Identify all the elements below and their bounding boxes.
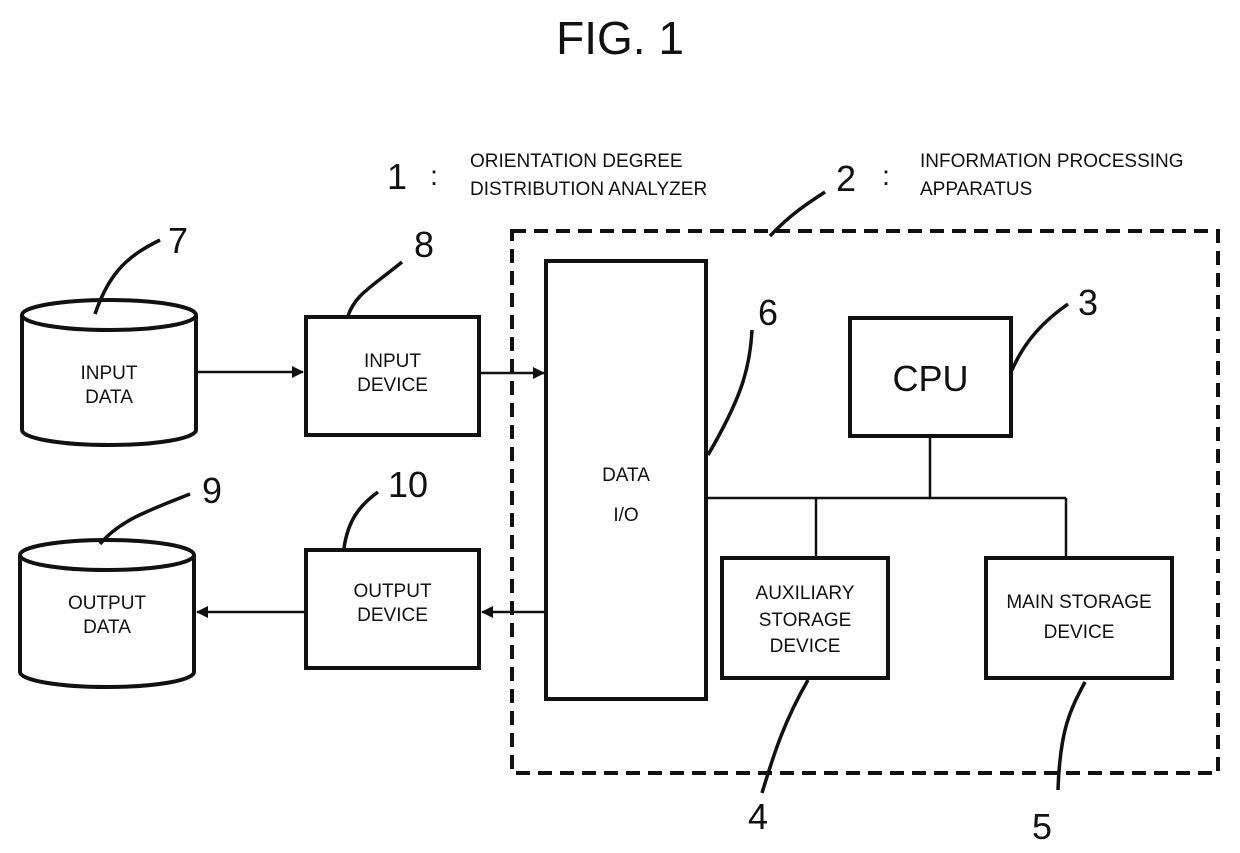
legend-separator-1: :: [430, 160, 438, 191]
legend-ref-2: 2: [835, 158, 857, 199]
input-data-line2: DATA: [85, 386, 133, 408]
legend-text-1: ORIENTATION DEGREE DISTRIBUTION ANALYZER: [470, 148, 770, 203]
ref-6: 6: [757, 292, 779, 333]
aux-storage-line3: DEVICE: [769, 636, 841, 658]
ref-4: 4: [747, 796, 769, 837]
output-data-line2: DATA: [83, 616, 131, 638]
aux-storage-label: AUXILIARY STORAGE DEVICE: [722, 581, 888, 661]
leader-10: [342, 490, 380, 549]
input-data-line1: INPUT: [80, 363, 138, 384]
legend-ref-1: 1: [386, 156, 408, 197]
legend-1-line1: ORIENTATION DEGREE: [470, 151, 683, 172]
output-data-line1: OUTPUT: [67, 593, 147, 614]
cpu-label: CPU: [892, 358, 969, 399]
leader-2: [768, 190, 826, 238]
ref-5: 5: [1031, 806, 1053, 847]
legend-2-line2: APPARATUS: [920, 178, 1033, 200]
figure-title: FIG. 1: [556, 12, 684, 64]
main-storage-line2: DEVICE: [1043, 622, 1115, 644]
data-io-line2: I/O: [613, 504, 639, 526]
legend-2-line1: INFORMATION PROCESSING: [920, 151, 1184, 172]
ref-10: 10: [387, 464, 429, 505]
main-storage-label: MAIN STORAGE DEVICE: [986, 588, 1172, 649]
leader-4: [760, 679, 810, 794]
legend-text-2: INFORMATION PROCESSING APPARATUS: [920, 148, 1240, 203]
output-data-label: OUTPUT DATA: [20, 592, 194, 640]
ref-8: 8: [413, 224, 435, 265]
input-device-line2: DEVICE: [357, 374, 428, 396]
leader-9: [98, 492, 191, 546]
main-storage-line1: MAIN STORAGE: [1006, 592, 1152, 613]
aux-storage-line1: AUXILIARY: [755, 583, 855, 604]
system-bus: [708, 438, 1068, 556]
legend-1-line2: DISTRIBUTION ANALYZER: [470, 178, 708, 200]
leader-3: [1010, 302, 1069, 371]
legend-separator-2: :: [882, 160, 890, 191]
output-device-label: OUTPUT DEVICE: [306, 580, 479, 628]
ref-9: 9: [201, 470, 223, 511]
leader-6: [706, 329, 754, 456]
output-device-line1: OUTPUT: [353, 581, 432, 602]
data-io-line1: DATA: [602, 465, 650, 486]
aux-storage-line2: STORAGE: [758, 609, 852, 631]
input-device-line1: INPUT: [364, 351, 421, 372]
ref-7: 7: [167, 220, 189, 261]
input-data-label: INPUT DATA: [22, 362, 196, 410]
diagram-canvas: [18, 190, 1220, 794]
ref-3: 3: [1077, 282, 1099, 323]
data-io-label: DATA I/O: [546, 456, 706, 536]
leader-8: [346, 260, 404, 317]
output-device-line2: DEVICE: [357, 604, 428, 626]
input-device-label: INPUT DEVICE: [306, 350, 479, 398]
